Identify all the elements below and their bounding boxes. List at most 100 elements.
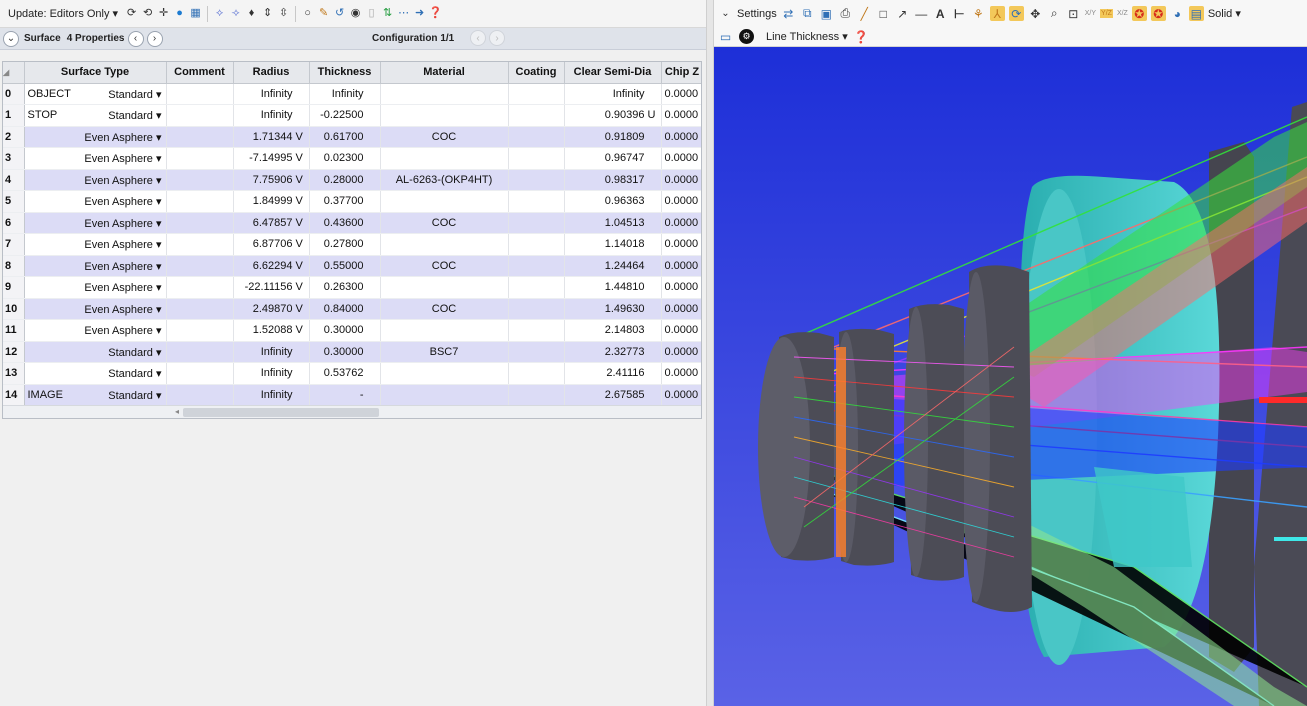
- chip-zone-cell[interactable]: 0.0000: [661, 319, 701, 342]
- column-header[interactable]: Chip Z: [661, 62, 701, 84]
- pan-icon[interactable]: ✥: [1028, 6, 1043, 21]
- lighting-icon[interactable]: ⚘: [971, 6, 986, 21]
- thickness-cell[interactable]: 0.30000: [309, 341, 381, 363]
- comment-cell[interactable]: [166, 190, 234, 213]
- row-number[interactable]: 7: [3, 233, 25, 256]
- table-row[interactable]: 9 Even Asphere ▾ -22.11156 V 0.26300 1.44810 0…: [3, 276, 701, 299]
- chip-zone-cell[interactable]: 0.0000: [661, 147, 701, 170]
- material-cell[interactable]: [380, 362, 509, 385]
- clear-semi-dia-cell[interactable]: 1.24464: [564, 255, 662, 277]
- radius-cell[interactable]: 1.71344 V: [233, 126, 310, 148]
- horizontal-scrollbar[interactable]: ◂: [3, 405, 701, 418]
- surface-type-cell[interactable]: Even Asphere ▾: [24, 319, 167, 342]
- pin-icon[interactable]: ♦: [245, 7, 258, 20]
- row-number[interactable]: 13: [3, 362, 25, 385]
- fit-icon[interactable]: ⊡: [1066, 6, 1081, 21]
- ray-fan-2-icon[interactable]: ⟢: [229, 7, 242, 20]
- surface-type-cell[interactable]: Standard ▾: [24, 362, 167, 385]
- chip-zone-cell[interactable]: 0.0000: [661, 126, 701, 148]
- thickness-cell[interactable]: 0.37700: [309, 190, 381, 213]
- thickness-cell[interactable]: 0.26300: [309, 276, 381, 299]
- clear-semi-dia-cell[interactable]: 2.67585: [564, 384, 662, 406]
- coating-cell[interactable]: [508, 362, 565, 385]
- prev-config-button[interactable]: ‹: [470, 30, 486, 46]
- material-cell[interactable]: [380, 83, 509, 105]
- coating-cell[interactable]: [508, 126, 565, 148]
- globe-icon[interactable]: ●: [173, 7, 186, 20]
- pane-splitter[interactable]: [706, 0, 714, 706]
- material-cell[interactable]: AL-6263-(OKP4HT): [380, 169, 509, 191]
- surface-type-cell[interactable]: STOP Standard ▾: [24, 104, 167, 127]
- thickness-cell[interactable]: 0.02300: [309, 147, 381, 170]
- clear-semi-dia-cell[interactable]: 1.49630: [564, 298, 662, 320]
- chip-zone-cell[interactable]: 0.0000: [661, 104, 701, 127]
- arrow-line-icon[interactable]: ↗: [895, 6, 910, 21]
- coating-cell[interactable]: [508, 169, 565, 191]
- surface-type-cell[interactable]: Even Asphere ▾: [24, 212, 167, 234]
- coating-cell[interactable]: [508, 255, 565, 277]
- ray-fan-icon[interactable]: ⟡: [213, 7, 226, 20]
- radius-solve[interactable]: V: [296, 303, 306, 315]
- row-number[interactable]: 3: [3, 147, 25, 170]
- material-cell[interactable]: [380, 233, 509, 256]
- clear-semi-dia-cell[interactable]: 0.91809: [564, 126, 662, 148]
- chip-zone-cell[interactable]: 0.0000: [661, 169, 701, 191]
- coating-cell[interactable]: [508, 384, 565, 406]
- line-thickness-dropdown[interactable]: Line Thickness ▾: [766, 30, 848, 43]
- comment-cell[interactable]: [166, 83, 234, 105]
- table-row[interactable]: 6 Even Asphere ▾ 6.47857 V 0.43600 COC 1.04513…: [3, 212, 701, 234]
- radius-cell[interactable]: 7.75906 V: [233, 169, 310, 191]
- surface-type-dropdown[interactable]: Even Asphere ▾: [84, 217, 161, 230]
- clear-semi-dia-cell[interactable]: 0.98317: [564, 169, 662, 191]
- clear-semi-dia-cell[interactable]: 1.14018: [564, 233, 662, 256]
- comment-cell[interactable]: [166, 169, 234, 191]
- surface-type-cell[interactable]: Even Asphere ▾: [24, 126, 167, 148]
- coating-cell[interactable]: [508, 147, 565, 170]
- row-number[interactable]: 12: [3, 341, 25, 363]
- thickness-cell[interactable]: 0.84000: [309, 298, 381, 320]
- surface-type-cell[interactable]: IMAGE Standard ▾: [24, 384, 167, 406]
- surface-type-dropdown[interactable]: Even Asphere ▾: [84, 324, 161, 337]
- table-row[interactable]: 12 Standard ▾ Infinity 0.30000 BSC7 2.32773 0.…: [3, 341, 701, 363]
- radius-solve[interactable]: V: [296, 238, 306, 250]
- text-icon[interactable]: A: [933, 6, 948, 21]
- thickness-cell[interactable]: -0.22500: [309, 104, 381, 127]
- flip-icon[interactable]: ⇕: [261, 7, 274, 20]
- table-row[interactable]: 11 Even Asphere ▾ 1.52088 V 0.30000 2.14803 0.…: [3, 319, 701, 342]
- refresh-icon[interactable]: ⇄: [781, 6, 796, 21]
- axes-icon[interactable]: ⅄: [989, 6, 1005, 21]
- chip-zone-cell[interactable]: 0.0000: [661, 255, 701, 277]
- 3d-viewport[interactable]: [714, 47, 1307, 706]
- radius-cell[interactable]: 1.84999 V: [233, 190, 310, 213]
- comment-cell[interactable]: [166, 276, 234, 299]
- radius-solve[interactable]: V: [296, 281, 306, 293]
- row-number[interactable]: 2: [3, 126, 25, 148]
- material-cell[interactable]: COC: [380, 212, 509, 234]
- column-header[interactable]: Coating: [508, 62, 565, 84]
- pencil-icon[interactable]: ✎: [317, 7, 330, 20]
- surface-type-dropdown[interactable]: Even Asphere ▾: [84, 152, 161, 165]
- table-row[interactable]: 1 STOP Standard ▾ Infinity -0.22500 0.90396 U 0…: [3, 104, 701, 127]
- prev-surface-button[interactable]: ‹: [127, 30, 144, 47]
- chip-zone-cell[interactable]: 0.0000: [661, 276, 701, 299]
- table-row[interactable]: 8 Even Asphere ▾ 6.62294 V 0.55000 COC 1.24464…: [3, 255, 701, 277]
- row-number[interactable]: 11: [3, 319, 25, 342]
- clip-icon[interactable]: ↺: [333, 7, 346, 20]
- table-row[interactable]: 7 Even Asphere ▾ 6.87706 V 0.27800 1.14018 0.0…: [3, 233, 701, 256]
- radius-solve[interactable]: V: [296, 174, 306, 186]
- scroll-thumb[interactable]: [183, 408, 379, 417]
- thickness-cell[interactable]: 0.55000: [309, 255, 381, 277]
- refresh-all-icon[interactable]: ⟲: [141, 7, 154, 20]
- surface-type-dropdown[interactable]: Standard ▾: [108, 88, 161, 101]
- view-yz-button[interactable]: Y/Z: [1100, 9, 1113, 18]
- settings-icon[interactable]: ⌄: [718, 6, 733, 21]
- radius-cell[interactable]: Infinity: [233, 83, 310, 105]
- scroll-left-icon[interactable]: ◂: [175, 407, 179, 416]
- rotate-y-icon[interactable]: ✪: [1150, 6, 1166, 21]
- arrow-right-icon[interactable]: ➜: [413, 7, 426, 20]
- thickness-cell[interactable]: Infinity: [309, 83, 381, 105]
- column-header[interactable]: Clear Semi-Dia: [564, 62, 662, 84]
- coating-cell[interactable]: [508, 83, 565, 105]
- radius-cell[interactable]: 6.62294 V: [233, 255, 310, 277]
- column-header[interactable]: Surface Type: [24, 62, 167, 84]
